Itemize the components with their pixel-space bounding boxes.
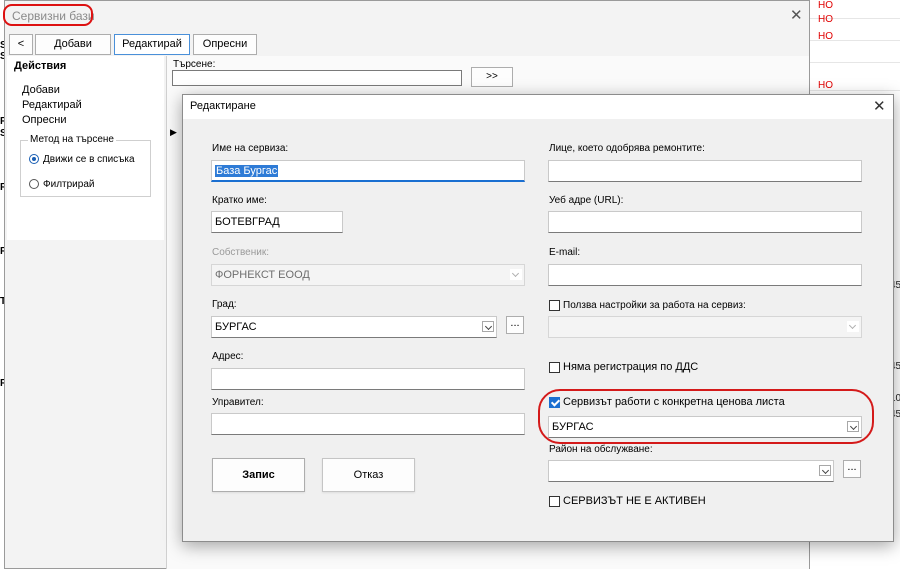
- grid-line: [810, 62, 900, 63]
- cancel-button[interactable]: Отказ: [322, 458, 415, 492]
- chevron-down-icon: [847, 321, 859, 332]
- chevron-down-icon[interactable]: [482, 321, 494, 332]
- owner-label: Собственик:: [212, 247, 270, 258]
- row-selector-icon: ▶: [170, 127, 177, 137]
- radio-move-in-list[interactable]: [29, 154, 39, 164]
- search-label: Търсене:: [173, 59, 216, 70]
- service-name-label: Име на сервиза:: [212, 143, 289, 154]
- approver-label: Лице, което одобрява ремонтите:: [549, 143, 705, 154]
- url-label: Уеб адре (URL):: [549, 195, 624, 206]
- city-value: БУРГАС: [215, 321, 257, 333]
- short-name-label: Кратко име:: [212, 195, 267, 206]
- no-vat-checkbox[interactable]: [549, 362, 560, 373]
- service-area-label: Район на обслужване:: [549, 444, 653, 455]
- search-method-title: Метод на търсене: [28, 134, 116, 145]
- chevron-down-icon: [510, 269, 522, 280]
- sidebar-item-refresh[interactable]: Опресни: [22, 114, 66, 126]
- inactive-label: СЕРВИЗЪТ НЕ Е АКТИВЕН: [563, 495, 706, 507]
- service-area-select[interactable]: [548, 460, 834, 482]
- radio-label: Движи се в списъка: [43, 154, 135, 165]
- use-settings-label: Ползва настройки за работа на сервиз:: [563, 300, 746, 311]
- window-close-icon[interactable]: ✕: [790, 6, 803, 24]
- approver-input[interactable]: [548, 160, 862, 182]
- radio-label: Филтрирай: [43, 179, 95, 190]
- grid-cell-status: НО: [818, 31, 833, 42]
- no-vat-label: Няма регистрация по ДДС: [563, 361, 699, 373]
- chevron-down-icon[interactable]: [819, 465, 831, 476]
- short-name-input[interactable]: БОТЕВГРАД: [211, 211, 343, 233]
- owner-value: ФОРНЕКСТ ЕООД: [215, 269, 310, 281]
- search-button[interactable]: >>: [471, 67, 513, 87]
- service-area-more-button[interactable]: ...: [843, 460, 861, 478]
- annotation-circle: [3, 4, 93, 26]
- inactive-checkbox[interactable]: [549, 496, 560, 507]
- use-settings-select: [548, 316, 862, 338]
- city-more-button[interactable]: ...: [506, 316, 524, 334]
- sidebar-item-edit[interactable]: Редактирай: [22, 99, 82, 111]
- dialog-close-icon[interactable]: ✕: [873, 97, 886, 115]
- url-input[interactable]: [548, 211, 862, 233]
- owner-select: ФОРНЕКСТ ЕООД: [211, 264, 525, 286]
- annotation-oval: [538, 389, 874, 444]
- service-name-value: База Бургас: [215, 165, 279, 177]
- search-input[interactable]: [172, 70, 462, 86]
- address-input[interactable]: [211, 368, 525, 390]
- city-select[interactable]: БУРГАС: [211, 316, 497, 338]
- grid-cell-status: НО: [818, 14, 833, 25]
- refresh-button[interactable]: Опресни: [193, 34, 257, 55]
- use-settings-checkbox[interactable]: [549, 300, 560, 311]
- address-label: Адрес:: [212, 351, 244, 362]
- sidebar-item-add[interactable]: Добави: [22, 84, 60, 96]
- back-button[interactable]: <: [9, 34, 33, 55]
- dialog-titlebar: [183, 95, 893, 119]
- grid-cell-status: НО: [818, 0, 833, 11]
- add-button[interactable]: Добави: [35, 34, 111, 55]
- manager-label: Управител:: [212, 397, 264, 408]
- manager-input[interactable]: [211, 413, 525, 435]
- edit-button[interactable]: Редактирай: [114, 34, 190, 55]
- dialog-title: Редактиране: [190, 100, 256, 112]
- email-label: E-mail:: [549, 247, 581, 258]
- city-label: Град:: [212, 299, 237, 310]
- radio-filter[interactable]: [29, 179, 39, 189]
- grid-cell-status: НО: [818, 80, 833, 91]
- email-input[interactable]: [548, 264, 862, 286]
- actions-heading: Действия: [14, 60, 67, 72]
- save-button[interactable]: Запис: [212, 458, 305, 492]
- service-name-input[interactable]: База Бургас: [211, 160, 525, 182]
